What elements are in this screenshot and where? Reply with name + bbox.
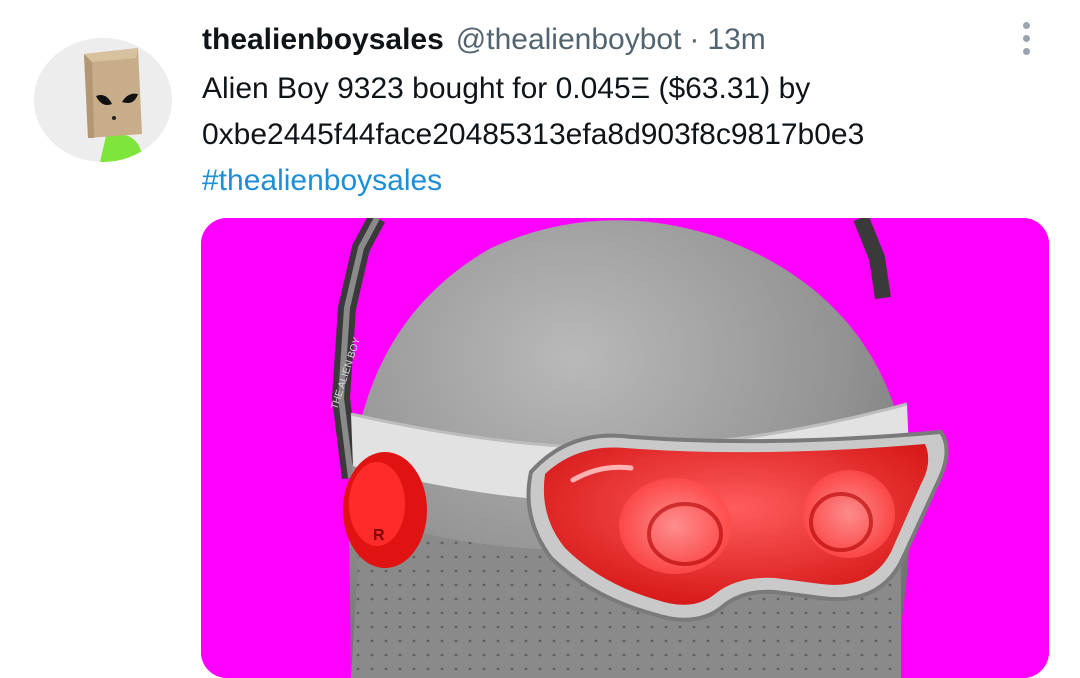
dot: [1022, 47, 1030, 55]
paper-bag-alien-avatar-icon: [34, 38, 172, 162]
tweet-text-line-1: Alien Boy 9323 bought for 0.045Ξ ($63.31…: [202, 72, 811, 105]
tweet-header: thealienboysales @thealienboybot · 13m: [202, 20, 766, 60]
tweet-timestamp[interactable]: 13m: [707, 23, 765, 56]
tweet-text-line-2: 0xbe2445f44face20485313efa8d903f8c9817b0…: [202, 118, 865, 151]
separator-dot: ·: [689, 23, 700, 56]
avatar[interactable]: [34, 38, 172, 162]
user-handle[interactable]: @thealienboybot: [456, 23, 682, 56]
tweet-meta: @thealienboybot · 13m: [456, 23, 766, 57]
headphone-letter: R: [373, 527, 385, 544]
hashtag-link[interactable]: #thealienboysales: [202, 158, 1062, 204]
more-options-icon[interactable]: [1004, 16, 1048, 60]
tweet-media-image[interactable]: THE ALIEN BOY R: [201, 218, 1049, 678]
tweet-text: Alien Boy 9323 bought for 0.045Ξ ($63.31…: [202, 66, 1062, 204]
alien-boy-helmet-icon: THE ALIEN BOY R: [201, 218, 1049, 678]
dot: [1022, 34, 1030, 42]
display-name[interactable]: thealienboysales: [202, 23, 444, 57]
dot: [1022, 21, 1030, 29]
